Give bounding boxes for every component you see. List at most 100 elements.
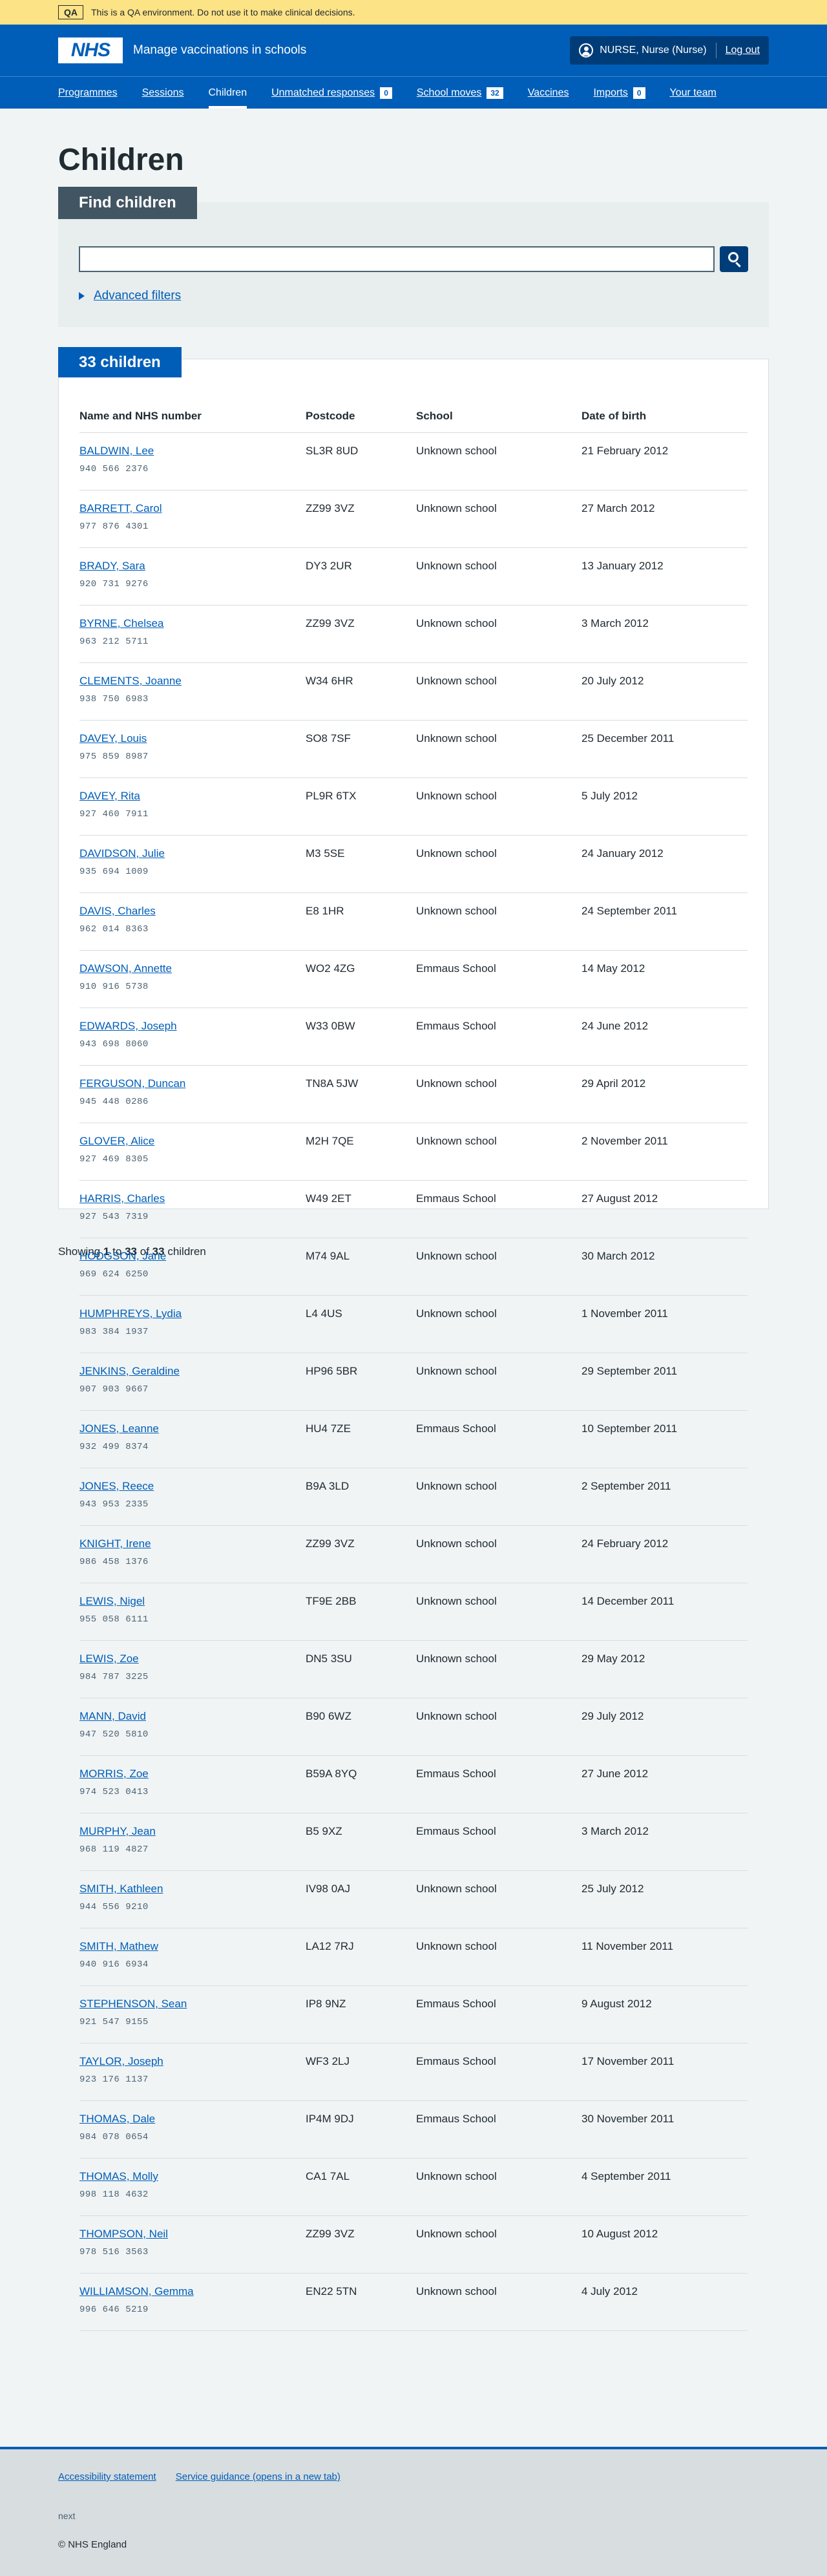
child-name-link[interactable]: MANN, David bbox=[79, 1710, 306, 1723]
postcode-cell: SL3R 8UD bbox=[306, 445, 359, 457]
nav-unmatched-responses[interactable]: Unmatched responses 0 bbox=[271, 77, 392, 109]
child-name-link[interactable]: DAVIS, Charles bbox=[79, 905, 306, 918]
child-name-link[interactable]: TAYLOR, Joseph bbox=[79, 2055, 306, 2068]
child-name-link[interactable]: HODGSON, Jane bbox=[79, 1250, 306, 1263]
child-name-link[interactable]: LEWIS, Nigel bbox=[79, 1595, 306, 1608]
school-cell: Unknown school bbox=[416, 2170, 497, 2182]
nhs-number: 969 624 6250 bbox=[79, 1269, 149, 1280]
school-cell: Unknown school bbox=[416, 1480, 497, 1492]
child-name-link[interactable]: BRADY, Sara bbox=[79, 560, 306, 573]
nhs-number: 963 212 5711 bbox=[79, 637, 149, 647]
postcode-cell: DY3 2UR bbox=[306, 560, 352, 572]
logout-link[interactable]: Log out bbox=[726, 45, 760, 56]
table-row: KNIGHT, Irene 986 458 1376 ZZ99 3VZ Unknown… bbox=[79, 1526, 748, 1583]
postcode-cell: PL9R 6TX bbox=[306, 790, 357, 802]
search-button[interactable] bbox=[720, 246, 748, 272]
school-cell: Unknown school bbox=[416, 2285, 497, 2297]
name-cell: DAVEY, Rita 927 460 7911 bbox=[79, 790, 306, 835]
dob-cell: 2 September 2011 bbox=[581, 1480, 671, 1492]
nav-vaccines[interactable]: Vaccines bbox=[528, 77, 569, 109]
postcode-cell: IV98 0AJ bbox=[306, 1883, 350, 1895]
child-name-link[interactable]: EDWARDS, Joseph bbox=[79, 1020, 306, 1033]
school-cell: Unknown school bbox=[416, 675, 497, 687]
nhs-logo[interactable]: NHS bbox=[58, 37, 123, 63]
table-row: JONES, Leanne 932 499 8374 HU4 7ZE Emmaus S… bbox=[79, 1411, 748, 1468]
child-name-link[interactable]: BYRNE, Chelsea bbox=[79, 617, 306, 630]
child-name-link[interactable]: JONES, Leanne bbox=[79, 1422, 306, 1435]
child-name-link[interactable]: THOMAS, Molly bbox=[79, 2170, 306, 2183]
nav-imports[interactable]: Imports 0 bbox=[593, 77, 645, 109]
child-name-link[interactable]: HARRIS, Charles bbox=[79, 1192, 306, 1205]
dob-cell: 14 May 2012 bbox=[581, 962, 645, 975]
child-name-link[interactable]: JENKINS, Geraldine bbox=[79, 1365, 306, 1378]
child-name-link[interactable]: KNIGHT, Irene bbox=[79, 1537, 306, 1550]
name-cell: THOMAS, Molly 998 118 4632 bbox=[79, 2170, 306, 2215]
child-name-link[interactable]: HUMPHREYS, Lydia bbox=[79, 1307, 306, 1320]
dob-cell: 24 September 2011 bbox=[581, 905, 678, 917]
service-name[interactable]: Manage vaccinations in schools bbox=[133, 43, 306, 58]
name-cell: DAVIS, Charles 962 014 8363 bbox=[79, 905, 306, 950]
child-name-link[interactable]: BALDWIN, Lee bbox=[79, 445, 306, 458]
dob-cell: 1 November 2011 bbox=[581, 1307, 668, 1320]
name-cell: BALDWIN, Lee 940 566 2376 bbox=[79, 445, 306, 490]
postcode-cell: CA1 7AL bbox=[306, 2170, 350, 2182]
account-divider bbox=[715, 43, 717, 58]
child-name-link[interactable]: DAVEY, Louis bbox=[79, 732, 306, 745]
table-row: EDWARDS, Joseph 943 698 8060 W33 0BW Emmaus… bbox=[79, 1008, 748, 1066]
child-name-link[interactable]: GLOVER, Alice bbox=[79, 1135, 306, 1148]
child-name-link[interactable]: BARRETT, Carol bbox=[79, 502, 306, 515]
name-cell: MURPHY, Jean 968 119 4827 bbox=[79, 1825, 306, 1870]
nav-children[interactable]: Children bbox=[208, 77, 247, 109]
name-cell: BRADY, Sara 920 731 9276 bbox=[79, 560, 306, 605]
table-row: SMITH, Kathleen 944 556 9210 IV98 0AJ Unkno… bbox=[79, 1871, 748, 1928]
nav-school-moves[interactable]: School moves 32 bbox=[417, 77, 503, 109]
child-name-link[interactable]: DAVIDSON, Julie bbox=[79, 847, 306, 860]
child-name-link[interactable]: DAWSON, Annette bbox=[79, 962, 306, 975]
child-name-link[interactable]: CLEMENTS, Joanne bbox=[79, 675, 306, 688]
search-input[interactable] bbox=[79, 246, 715, 272]
nav-your-team[interactable]: Your team bbox=[670, 77, 717, 109]
dob-cell: 29 May 2012 bbox=[581, 1652, 645, 1665]
child-name-link[interactable]: SMITH, Kathleen bbox=[79, 1883, 306, 1895]
child-name-link[interactable]: THOMAS, Dale bbox=[79, 2113, 306, 2126]
postcode-cell: M74 9AL bbox=[306, 1250, 350, 1262]
dob-cell: 27 June 2012 bbox=[581, 1768, 649, 1780]
advanced-filters-toggle[interactable]: Advanced filters bbox=[79, 289, 181, 303]
table-header: Name and NHS number Postcode School Date… bbox=[79, 399, 748, 433]
table-row: DAVIS, Charles 962 014 8363 E8 1HR Unknown … bbox=[79, 893, 748, 951]
accessibility-statement-link[interactable]: Accessibility statement bbox=[58, 2471, 156, 2482]
school-cell: Unknown school bbox=[416, 1883, 497, 1895]
nav-sessions[interactable]: Sessions bbox=[142, 77, 184, 109]
name-cell: LEWIS, Nigel 955 058 6111 bbox=[79, 1595, 306, 1640]
table-row: HUMPHREYS, Lydia 983 384 1937 L4 4US Unknow… bbox=[79, 1296, 748, 1353]
child-name-link[interactable]: STEPHENSON, Sean bbox=[79, 1998, 306, 2011]
results-count-heading: 33 children bbox=[58, 347, 182, 377]
nav-programmes[interactable]: Programmes bbox=[58, 77, 118, 109]
postcode-cell: ZZ99 3VZ bbox=[306, 1537, 355, 1550]
nhs-number: 945 448 0286 bbox=[79, 1097, 149, 1107]
nhs-number: 910 916 5738 bbox=[79, 982, 149, 992]
school-cell: Unknown school bbox=[416, 2228, 497, 2240]
child-name-link[interactable]: LEWIS, Zoe bbox=[79, 1652, 306, 1665]
service-guidance-link[interactable]: Service guidance (opens in a new tab) bbox=[176, 2471, 340, 2482]
child-name-link[interactable]: WILLIAMSON, Gemma bbox=[79, 2285, 306, 2298]
nav-school-moves-label: School moves bbox=[416, 87, 482, 98]
child-name-link[interactable]: THOMPSON, Neil bbox=[79, 2228, 306, 2241]
table-body: BALDWIN, Lee 940 566 2376 SL3R 8UD Unknown … bbox=[79, 433, 748, 2331]
name-cell: JENKINS, Geraldine 907 903 9667 bbox=[79, 1365, 306, 1410]
nhs-number: 927 460 7911 bbox=[79, 809, 149, 819]
nhs-number: 962 014 8363 bbox=[79, 924, 149, 934]
find-children-card: Find children Advanced filters bbox=[58, 187, 769, 327]
name-cell: TAYLOR, Joseph 923 176 1137 bbox=[79, 2055, 306, 2100]
table-row: DAVEY, Rita 927 460 7911 PL9R 6TX Unknown s… bbox=[79, 778, 748, 836]
nhs-number: 968 119 4827 bbox=[79, 1844, 149, 1855]
dob-cell: 10 August 2012 bbox=[581, 2228, 658, 2240]
child-name-link[interactable]: DAVEY, Rita bbox=[79, 790, 306, 803]
child-name-link[interactable]: MORRIS, Zoe bbox=[79, 1768, 306, 1780]
table-row: MANN, David 947 520 5810 B90 6WZ Unknown sc… bbox=[79, 1698, 748, 1756]
postcode-cell: W49 2ET bbox=[306, 1192, 351, 1205]
child-name-link[interactable]: JONES, Reece bbox=[79, 1480, 306, 1493]
child-name-link[interactable]: SMITH, Mathew bbox=[79, 1940, 306, 1953]
child-name-link[interactable]: FERGUSON, Duncan bbox=[79, 1077, 306, 1090]
child-name-link[interactable]: MURPHY, Jean bbox=[79, 1825, 306, 1838]
